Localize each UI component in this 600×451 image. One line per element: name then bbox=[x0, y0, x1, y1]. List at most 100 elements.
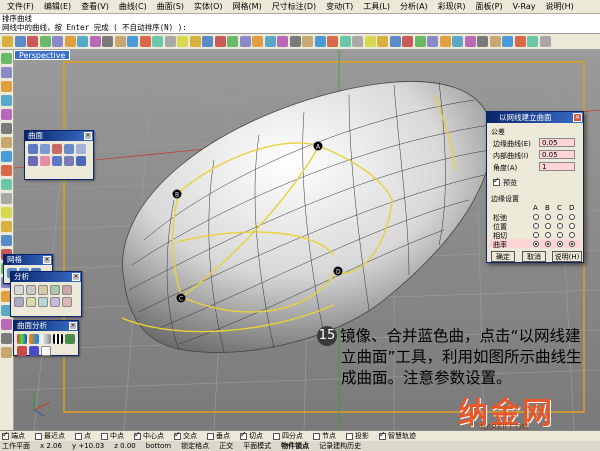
osnap-checkbox[interactable] bbox=[75, 432, 82, 440]
toolbar-icon[interactable] bbox=[202, 36, 213, 47]
toolbar-icon[interactable] bbox=[77, 36, 88, 47]
help-button[interactable]: 说明(H) bbox=[552, 251, 582, 262]
continuity-radio[interactable] bbox=[545, 241, 551, 247]
check-icon[interactable] bbox=[41, 346, 51, 356]
toolbar-icon[interactable] bbox=[177, 36, 188, 47]
osnap-checkbox[interactable] bbox=[174, 430, 181, 440]
menu-item[interactable]: 网格(M) bbox=[228, 1, 267, 12]
revolve-icon[interactable] bbox=[64, 144, 74, 154]
emap-icon[interactable] bbox=[65, 334, 75, 344]
left-toolbar-icon[interactable] bbox=[1, 67, 12, 78]
osnap-option[interactable]: 节点 bbox=[313, 431, 336, 441]
toolbar-icon[interactable] bbox=[64, 36, 76, 47]
toolbar-icon[interactable] bbox=[464, 36, 476, 47]
left-toolbar-icon[interactable] bbox=[1, 333, 12, 344]
menu-item[interactable]: V-Ray bbox=[508, 2, 541, 11]
continuity-radio[interactable] bbox=[569, 214, 575, 220]
osnap-option[interactable]: 交点 bbox=[174, 430, 197, 441]
left-toolbar-icon[interactable] bbox=[1, 53, 12, 64]
analysis-toolbar-panel[interactable]: 分析 × bbox=[10, 271, 82, 317]
angle-icon[interactable] bbox=[38, 285, 48, 295]
left-toolbar-icon[interactable] bbox=[1, 123, 12, 134]
left-toolbar-icon[interactable] bbox=[1, 151, 12, 162]
toolbar-icon[interactable] bbox=[252, 36, 263, 47]
toolbar-icon[interactable] bbox=[264, 36, 276, 47]
osnap-checkbox[interactable] bbox=[240, 430, 247, 440]
area-icon[interactable] bbox=[26, 297, 36, 307]
left-toolbar-icon[interactable] bbox=[1, 235, 12, 246]
toolbar-icon[interactable] bbox=[427, 36, 438, 47]
osnap-option[interactable]: 中点 bbox=[101, 431, 124, 441]
length-icon[interactable] bbox=[26, 285, 36, 295]
continuity-radio[interactable] bbox=[545, 232, 551, 238]
menu-item[interactable]: 曲面(S) bbox=[152, 1, 189, 12]
toolbar-icon[interactable] bbox=[414, 36, 426, 47]
osnap-option[interactable]: 智慧轨迹 bbox=[379, 430, 416, 441]
toolbar-icon[interactable] bbox=[127, 36, 138, 47]
preview-checkbox[interactable] bbox=[493, 176, 500, 186]
toolbar-icon[interactable] bbox=[539, 36, 551, 47]
planar-surface-icon[interactable] bbox=[28, 144, 38, 154]
sweep-icon[interactable] bbox=[52, 144, 62, 154]
toolbar-icon[interactable] bbox=[277, 36, 288, 47]
osnap-option[interactable]: 投影 bbox=[346, 431, 369, 441]
continuity-radio[interactable] bbox=[533, 232, 539, 238]
menu-item[interactable]: 查看(V) bbox=[76, 1, 114, 12]
toolbar-icon[interactable] bbox=[227, 36, 238, 47]
osnap-checkbox[interactable] bbox=[273, 432, 280, 440]
osnap-option[interactable]: 垂点 bbox=[207, 431, 230, 441]
toolbar-icon[interactable] bbox=[314, 36, 326, 47]
toolbar-icon[interactable] bbox=[377, 36, 388, 47]
edge-curves-field[interactable]: 0.05 bbox=[539, 138, 575, 147]
osnap-option[interactable]: 中心点 bbox=[134, 430, 164, 441]
toolbar-icon[interactable] bbox=[389, 36, 401, 47]
osnap-checkbox[interactable] bbox=[101, 432, 108, 440]
osnap-option[interactable]: 端点 bbox=[2, 430, 25, 441]
edge-analysis-icon[interactable] bbox=[62, 297, 72, 307]
close-icon[interactable]: × bbox=[43, 256, 51, 264]
menu-item[interactable]: 文件(F) bbox=[2, 1, 39, 12]
toolbar-icon[interactable] bbox=[502, 36, 513, 47]
left-toolbar-icon[interactable] bbox=[1, 95, 12, 106]
continuity-radio[interactable] bbox=[557, 223, 563, 229]
menu-item[interactable]: 变动(T) bbox=[321, 1, 358, 12]
left-toolbar-icon[interactable] bbox=[1, 109, 12, 120]
toolbar-icon[interactable] bbox=[439, 36, 451, 47]
menu-item[interactable]: 编辑(E) bbox=[39, 1, 76, 12]
continuity-radio[interactable] bbox=[569, 241, 575, 247]
toolbar-icon[interactable] bbox=[2, 36, 13, 47]
osnap-option[interactable]: 四分点 bbox=[273, 431, 303, 441]
toolbar-icon[interactable] bbox=[514, 36, 526, 47]
menu-item[interactable]: 彩现(R) bbox=[433, 1, 471, 12]
cancel-button[interactable]: 取消 bbox=[522, 251, 546, 262]
edge-surface-icon[interactable] bbox=[52, 156, 62, 166]
toolbar-icon[interactable] bbox=[152, 36, 163, 47]
toolbar-icon[interactable] bbox=[164, 36, 176, 47]
continuity-radio[interactable] bbox=[557, 241, 563, 247]
zebra-icon[interactable] bbox=[53, 334, 63, 344]
continuity-radio[interactable] bbox=[533, 214, 539, 220]
menu-item[interactable]: 工具(L) bbox=[358, 1, 395, 12]
surface-analysis-panel[interactable]: 曲面分析 × bbox=[13, 320, 79, 356]
network-surface-dialog[interactable]: 以网线建立曲面 × 公差 边缘曲线(E) 0.05 内部曲线(I) 0.05 角… bbox=[486, 111, 584, 263]
osnap-checkbox[interactable] bbox=[346, 432, 353, 440]
toolbar-icon[interactable] bbox=[289, 36, 301, 47]
toolbar-icon[interactable] bbox=[139, 36, 151, 47]
toolbar-icon[interactable] bbox=[52, 36, 63, 47]
left-toolbar-icon[interactable] bbox=[1, 193, 12, 204]
toolbar-icon[interactable] bbox=[327, 36, 338, 47]
left-toolbar-icon[interactable] bbox=[1, 347, 12, 358]
loft-icon[interactable] bbox=[40, 144, 50, 154]
continuity-radio[interactable] bbox=[533, 223, 539, 229]
continuity-radio[interactable] bbox=[533, 241, 539, 247]
left-toolbar-icon[interactable] bbox=[1, 137, 12, 148]
inner-curves-field[interactable]: 0.05 bbox=[539, 150, 575, 159]
command-prompt[interactable]: 网线中的曲线，按 Enter 完成 ( 不自动排序(N) ): bbox=[2, 23, 600, 32]
toolbar-icon[interactable] bbox=[102, 36, 113, 47]
close-icon[interactable]: × bbox=[69, 322, 77, 330]
osnap-option[interactable]: 点 bbox=[75, 431, 91, 441]
toolbar-icon[interactable] bbox=[214, 36, 226, 47]
continuity-radio[interactable] bbox=[545, 223, 551, 229]
toolbar-icon[interactable] bbox=[489, 36, 501, 47]
osnap-checkbox[interactable] bbox=[2, 430, 9, 440]
